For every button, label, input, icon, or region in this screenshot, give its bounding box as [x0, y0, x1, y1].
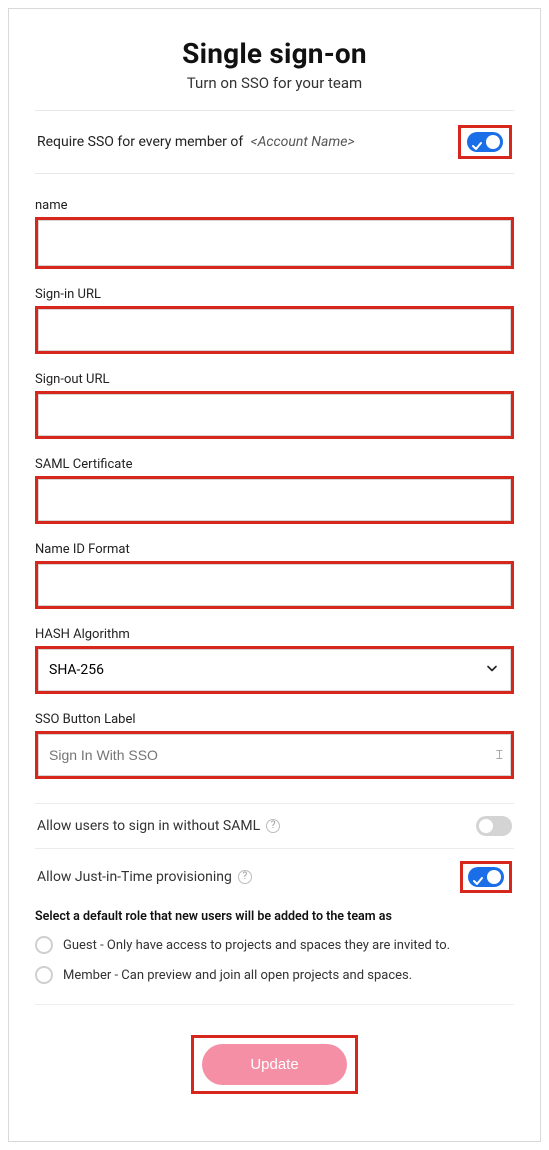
- require-sso-label-text: Require SSO for every member of: [37, 134, 243, 150]
- highlight-box: [35, 306, 514, 354]
- jit-role-guest-label: Guest - Only have access to projects and…: [63, 938, 450, 953]
- jit-row: Allow Just-in-Time provisioning ?: [35, 849, 514, 903]
- allow-without-saml-label: Allow users to sign in without SAML: [37, 818, 260, 834]
- radio-icon: [35, 936, 53, 954]
- sso-button-label-input[interactable]: [38, 734, 511, 776]
- sso-settings-panel: Single sign-on Turn on SSO for your team…: [8, 8, 541, 1142]
- help-icon[interactable]: ?: [266, 819, 280, 833]
- signout-url-label: Sign-out URL: [35, 372, 514, 387]
- nameid-input[interactable]: [38, 564, 511, 606]
- jit-role-guest-row[interactable]: Guest - Only have access to projects and…: [35, 930, 514, 960]
- jit-role-member-label: Member - Can preview and join all open p…: [63, 968, 412, 983]
- jit-role-member-row[interactable]: Member - Can preview and join all open p…: [35, 960, 514, 990]
- highlight-box: [35, 391, 514, 439]
- sso-button-row: ⌶: [38, 734, 511, 776]
- signin-url-label: Sign-in URL: [35, 287, 514, 302]
- toggle-knob: [487, 870, 501, 884]
- page-subtitle: Turn on SSO for your team: [35, 74, 514, 92]
- hash-algo-select[interactable]: SHA-256: [38, 649, 511, 691]
- highlight-box: SHA-256: [35, 646, 514, 694]
- divider: [35, 1004, 514, 1005]
- allow-without-saml-toggle[interactable]: [476, 816, 512, 836]
- highlight-box: [35, 561, 514, 609]
- allow-without-saml-row: Allow users to sign in without SAML ?: [35, 804, 514, 846]
- page-title: Single sign-on: [35, 37, 514, 70]
- divider: [35, 173, 514, 174]
- name-label: name: [35, 198, 514, 213]
- saml-cert-label: SAML Certificate: [35, 457, 514, 472]
- highlighted-toggle-wrap: [458, 125, 512, 159]
- help-icon[interactable]: ?: [238, 870, 252, 884]
- jit-role-options: Guest - Only have access to projects and…: [35, 930, 514, 990]
- hash-algo-value: SHA-256: [38, 649, 511, 691]
- require-sso-row: Require SSO for every member of <Account…: [35, 111, 514, 173]
- require-sso-toggle[interactable]: [467, 132, 503, 152]
- signin-url-input[interactable]: [38, 309, 511, 351]
- account-name-placeholder: <Account Name>: [251, 134, 355, 150]
- require-sso-label: Require SSO for every member of <Account…: [37, 134, 355, 150]
- button-row: Update: [35, 1035, 514, 1094]
- allow-block: Allow users to sign in without SAML ? Al…: [35, 803, 514, 1005]
- jit-label: Allow Just-in-Time provisioning: [37, 869, 232, 885]
- saml-cert-input[interactable]: [38, 479, 511, 521]
- jit-desc: Select a default role that new users wil…: [35, 909, 514, 924]
- jit-toggle[interactable]: [468, 867, 504, 887]
- check-icon: [473, 871, 483, 890]
- nameid-label: Name ID Format: [35, 542, 514, 557]
- hash-algo-label: HASH Algorithm: [35, 627, 514, 642]
- radio-icon: [35, 966, 53, 984]
- highlight-box: ⌶: [35, 731, 514, 779]
- highlight-box: [35, 217, 514, 269]
- sso-button-label-heading: SSO Button Label: [35, 712, 514, 727]
- name-input[interactable]: [38, 220, 511, 266]
- toggle-knob: [479, 819, 493, 833]
- highlighted-toggle-wrap: [460, 861, 512, 893]
- jit-label-wrap: Allow Just-in-Time provisioning ?: [37, 869, 252, 885]
- highlight-box: Update: [191, 1035, 357, 1094]
- toggle-knob: [486, 135, 500, 149]
- highlight-box: [35, 476, 514, 524]
- allow-without-saml-label-wrap: Allow users to sign in without SAML ?: [37, 818, 280, 834]
- update-button[interactable]: Update: [202, 1044, 346, 1085]
- signout-url-input[interactable]: [38, 394, 511, 436]
- check-icon: [472, 136, 482, 155]
- text-cursor-icon: ⌶: [496, 748, 503, 763]
